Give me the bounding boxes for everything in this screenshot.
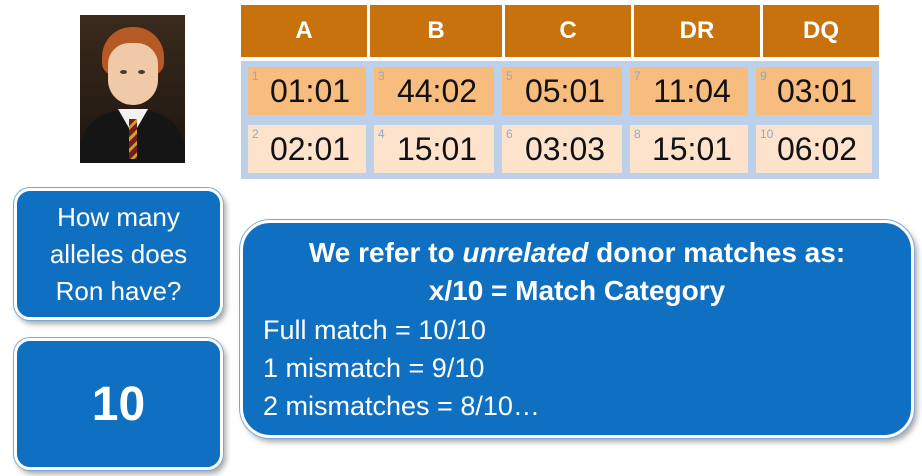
photo-tie [129, 119, 137, 159]
header-dr: DR [634, 5, 760, 57]
header-b: B [370, 5, 502, 57]
info-heading-emphasis: unrelated [462, 237, 589, 268]
photo-eye-left [120, 70, 127, 74]
cell-value: 01:01 [269, 72, 351, 109]
cell-value: 15:01 [651, 130, 733, 167]
cell-value: 05:01 [524, 72, 606, 109]
answer-box: 10 [14, 338, 223, 470]
table-cell: 9 03:01 [756, 67, 872, 115]
info-line-one-mismatch: 1 mismatch = 9/10 [263, 353, 485, 383]
table-cell: 8 15:01 [630, 125, 748, 173]
cell-number: 7 [634, 69, 641, 83]
cell-value: 11:04 [653, 72, 731, 109]
question-line: How many [57, 201, 180, 232]
question-line: alleles does [49, 238, 188, 269]
cell-number: 6 [506, 127, 513, 141]
hla-table: A B C DR DQ 1 01:01 3 44:02 5 05:01 7 11… [241, 5, 879, 179]
cell-number: 8 [634, 127, 641, 141]
cell-value: 02:01 [269, 130, 351, 167]
cell-number: 2 [252, 127, 259, 141]
question-box: How many alleles does Ron have? [14, 188, 223, 320]
header-a: A [241, 5, 367, 57]
cell-number: 9 [760, 69, 767, 83]
info-heading-pre: We refer to [308, 237, 463, 268]
table-cell: 3 44:02 [374, 67, 494, 115]
info-line-two-mismatches: 2 mismatches = 8/10… [263, 391, 540, 421]
table-cell: 10 06:02 [756, 125, 872, 173]
question-line: Ron have? [55, 275, 182, 306]
match-category-box: We refer to unrelated donor matches as: … [240, 220, 914, 438]
header-c: C [505, 5, 631, 57]
cell-value: 15:01 [396, 130, 478, 167]
cell-value: 44:02 [396, 72, 478, 109]
cell-number: 4 [378, 127, 385, 141]
table-cell: 1 01:01 [248, 67, 366, 115]
header-dq: DQ [763, 5, 879, 57]
table-cell: 2 02:01 [248, 125, 366, 173]
cell-number: 5 [506, 69, 513, 83]
answer-text: 10 [91, 377, 146, 431]
cell-value: 06:02 [776, 130, 858, 167]
ron-photo [80, 15, 185, 163]
cell-value: 03:01 [776, 72, 858, 109]
cell-number: 1 [252, 69, 259, 83]
info-heading-post: donor matches as: [588, 237, 846, 268]
cell-value: 03:03 [524, 130, 606, 167]
info-formula: x/10 = Match Category [428, 275, 726, 306]
photo-eye-right [138, 70, 145, 74]
table-cell: 4 15:01 [374, 125, 494, 173]
cell-number: 10 [760, 127, 774, 141]
info-line-full-match: Full match = 10/10 [263, 315, 486, 345]
table-cell: 5 05:01 [502, 67, 622, 115]
cell-number: 3 [378, 69, 385, 83]
table-cell: 6 03:03 [502, 125, 622, 173]
photo-face [108, 43, 158, 105]
table-cell: 7 11:04 [630, 67, 748, 115]
info-heading: We refer to unrelated donor matches as: [243, 237, 911, 269]
